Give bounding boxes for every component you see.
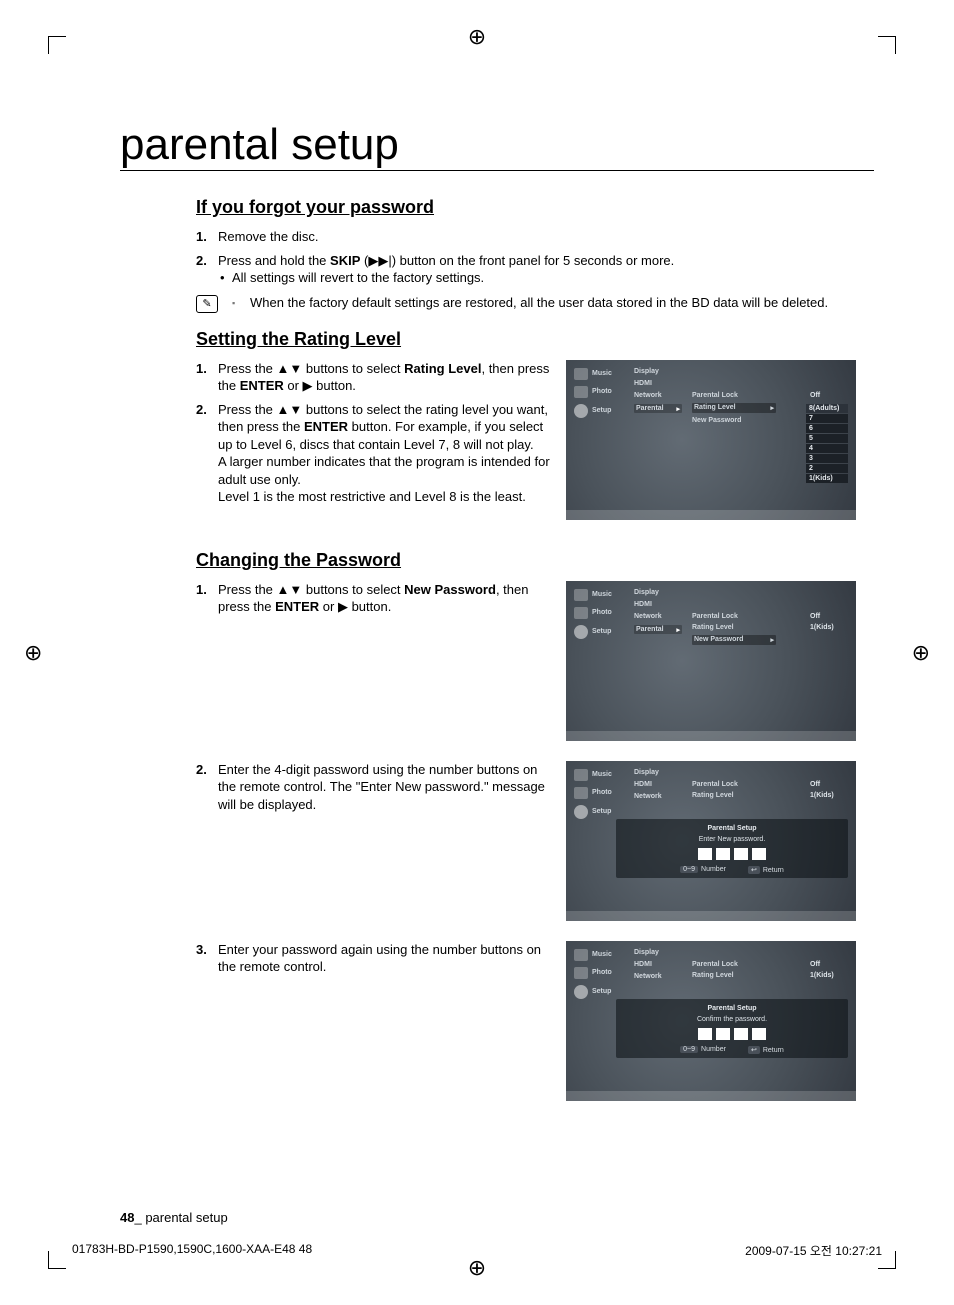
photo-icon: [574, 967, 588, 979]
step2: 2. Press and hold the SKIP (▶▶|) button …: [196, 252, 874, 287]
s3-step2: 2. Enter the 4-digit password using the …: [196, 761, 552, 814]
gear-icon: [574, 985, 588, 999]
heading-rating-level: Setting the Rating Level: [196, 329, 874, 350]
step1: 1. Remove the disc.: [196, 228, 874, 246]
music-icon: [574, 949, 588, 961]
right-icon: ▶: [338, 599, 348, 614]
gear-icon: [574, 404, 588, 418]
music-icon: [574, 368, 588, 380]
heading-forgot-password: If you forgot your password: [196, 197, 874, 218]
photo-icon: [574, 386, 588, 398]
right-icon: ▶: [303, 378, 313, 393]
s2-step2: 2. Press the ▲▼ buttons to select the ra…: [196, 401, 552, 506]
screenshot-confirm-password: Music Photo Setup Display HDMI Network P…: [566, 941, 856, 1101]
screenshot-enter-password: Music Photo Setup Display HDMI Network P…: [566, 761, 856, 921]
updown-icon: ▲▼: [277, 402, 303, 417]
sub-bullet: All settings will revert to the factory …: [218, 269, 874, 287]
s3-step1: 1. Press the ▲▼ buttons to select New Pa…: [196, 581, 552, 616]
music-icon: [574, 589, 588, 601]
photo-icon: [574, 607, 588, 619]
updown-icon: ▲▼: [277, 361, 303, 376]
page-footer: 48_ parental setup: [120, 1210, 228, 1225]
registration-mark-icon: ⊕: [468, 24, 486, 50]
page-title: parental setup: [120, 120, 874, 171]
music-icon: [574, 769, 588, 781]
note-icon: ✎: [196, 295, 218, 313]
screenshot-rating-level: Music Photo Setup Display HDMI Network P…: [566, 360, 856, 520]
screenshot-new-password: Music Photo Setup Display HDMI Network P…: [566, 581, 856, 741]
gear-icon: [574, 805, 588, 819]
photo-icon: [574, 787, 588, 799]
s3-step3: 3. Enter your password again using the n…: [196, 941, 552, 976]
print-meta-footer: 01783H-BD-P1590,1590C,1600-XAA-E48 48 20…: [0, 1242, 954, 1259]
heading-change-password: Changing the Password: [196, 550, 874, 571]
registration-mark-icon: ⊕: [24, 640, 42, 666]
updown-icon: ▲▼: [277, 582, 303, 597]
note-text: When the factory default settings are re…: [232, 295, 828, 310]
s2-step1: 1. Press the ▲▼ buttons to select Rating…: [196, 360, 552, 395]
skip-next-icon: ▶▶|: [368, 253, 391, 268]
registration-mark-icon: ⊕: [912, 640, 930, 666]
gear-icon: [574, 625, 588, 639]
